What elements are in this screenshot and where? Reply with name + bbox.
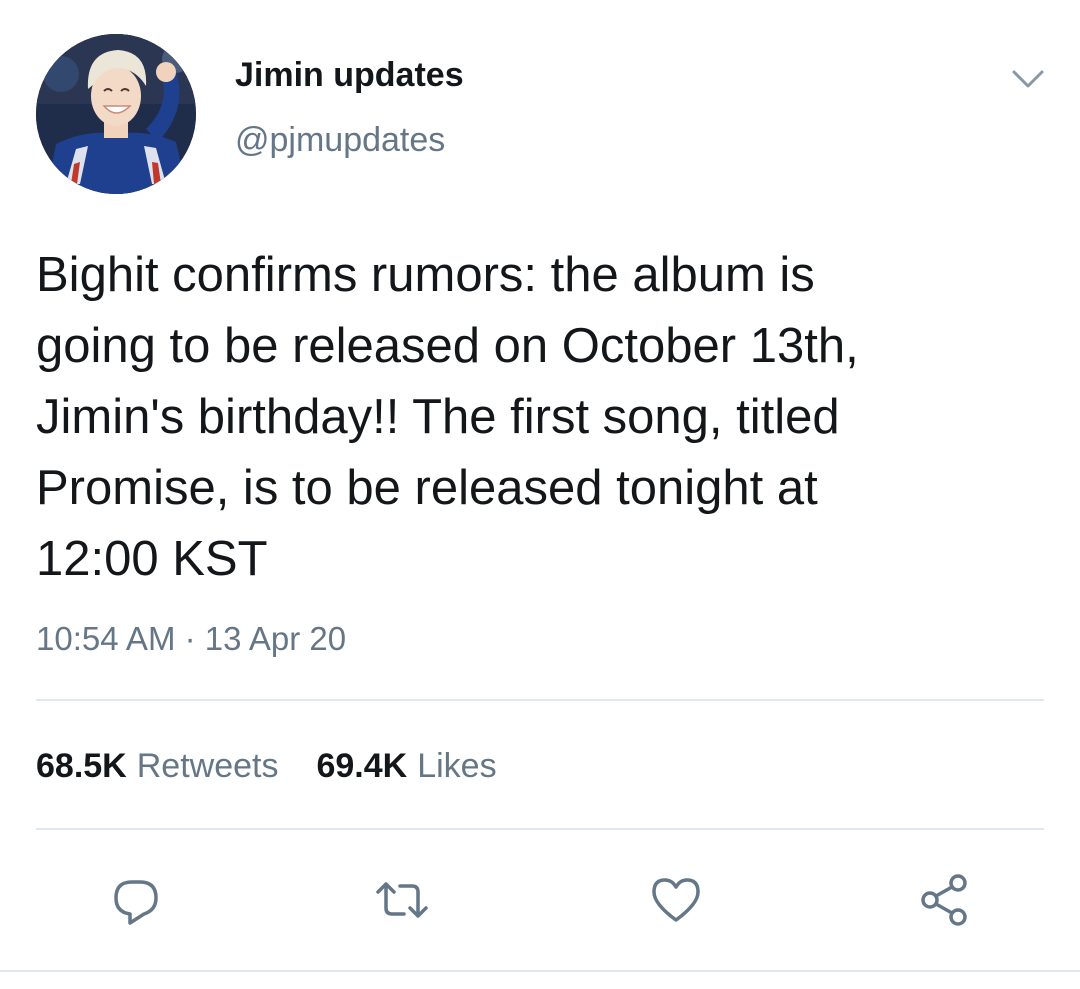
author-handle[interactable]: @pjmupdates	[235, 120, 445, 160]
tweet-stats: 68.5K Retweets 69.4K Likes	[36, 744, 535, 788]
tweet-text: Bighit confirms rumors: the album is goi…	[36, 248, 859, 586]
tweet-time: 10:54 AM	[36, 620, 176, 657]
divider	[36, 828, 1044, 830]
divider	[36, 699, 1044, 701]
share-icon[interactable]	[914, 870, 974, 930]
author-display-name[interactable]: Jimin updates	[235, 55, 464, 95]
chevron-down-icon[interactable]	[1008, 62, 1048, 94]
tweet-timestamp[interactable]: 10:54 AM · 13 Apr 20	[36, 617, 346, 661]
retweets-label: Retweets	[136, 747, 279, 785]
reply-icon[interactable]	[106, 870, 166, 930]
meta-separator: ·	[184, 620, 196, 657]
retweets-count: 68.5K	[36, 747, 127, 785]
likes-label: Likes	[417, 747, 497, 785]
avatar[interactable]	[36, 34, 196, 194]
divider	[0, 970, 1080, 972]
tweet-detail: Jimin updates @pjmupdates Bighit confirm…	[0, 0, 1080, 989]
tweet-date: 13 Apr 20	[204, 620, 347, 657]
likes-count: 69.4K	[316, 747, 408, 785]
retweets-stat[interactable]: 68.5K Retweets	[36, 744, 278, 788]
retweet-icon[interactable]	[372, 870, 432, 930]
heart-icon[interactable]	[646, 870, 706, 930]
likes-stat[interactable]: 69.4K Likes	[316, 744, 496, 788]
